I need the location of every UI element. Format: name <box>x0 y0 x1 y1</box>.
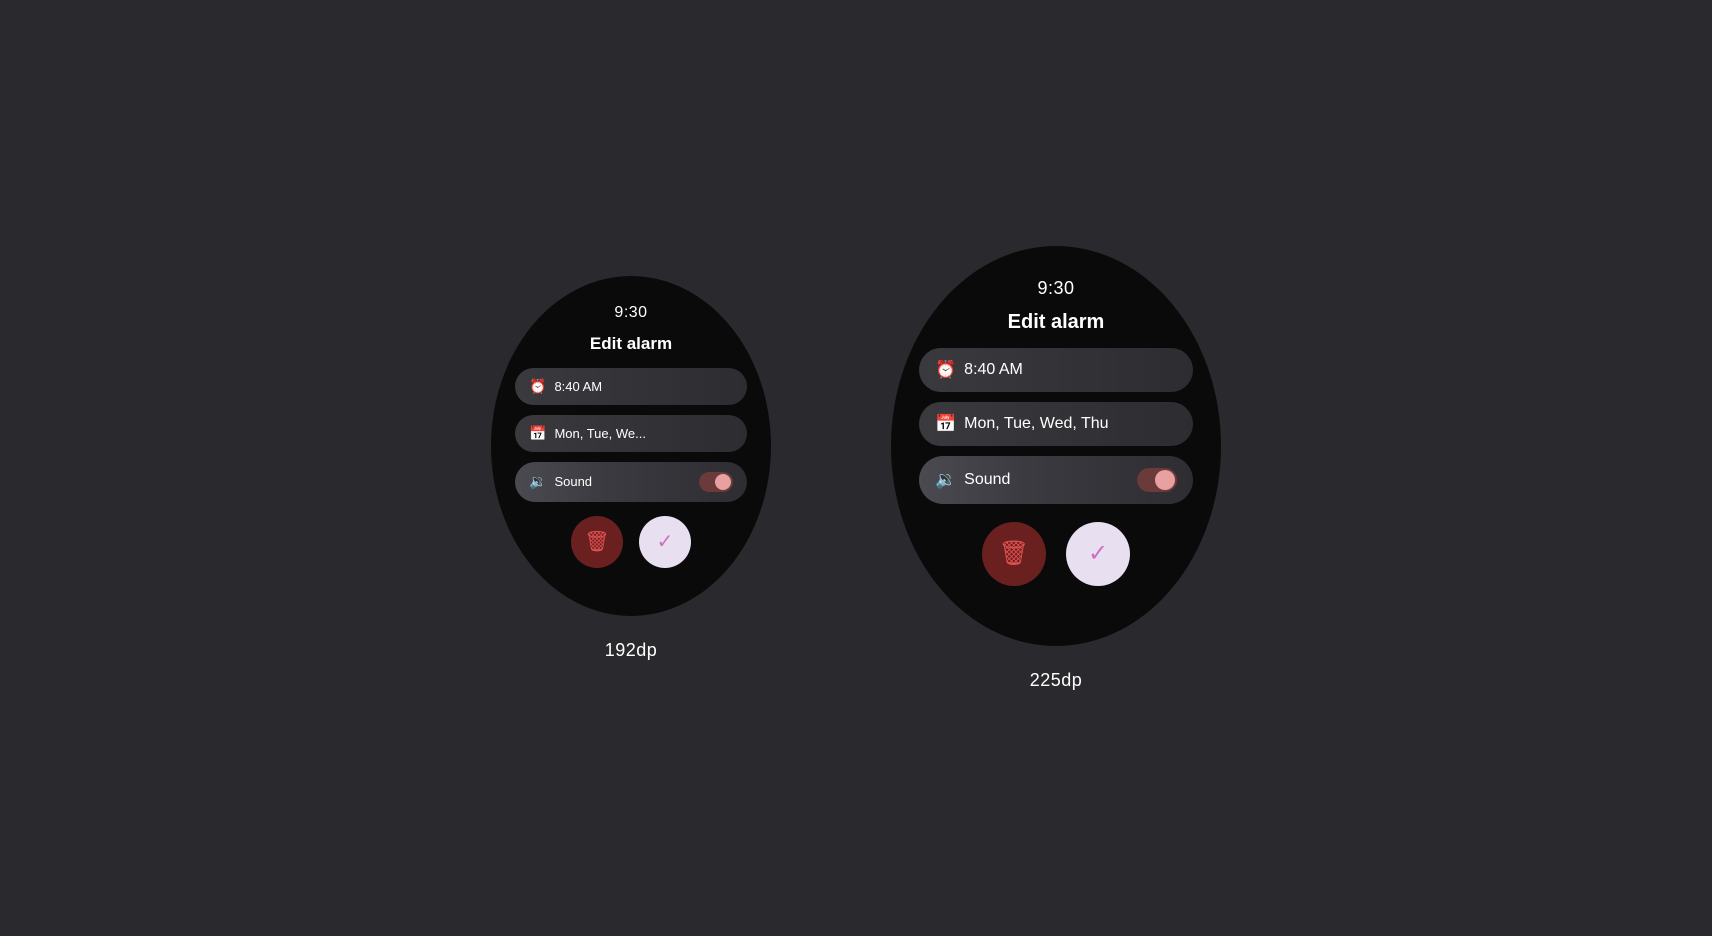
dp-label-large: 225dp <box>1030 670 1083 691</box>
watch-face-large: 9:30 Edit alarm ⏰ 8:40 AM 📅 Mon, Tue, We… <box>891 246 1221 646</box>
time-display-small: 9:30 <box>614 304 647 322</box>
calendar-icon-small: 📅 <box>529 425 546 442</box>
action-buttons-small: 🗑 ✓ <box>571 516 691 568</box>
schedule-item-large[interactable]: 📅 Mon, Tue, Wed, Thu <box>919 402 1193 446</box>
sound-toggle-small[interactable] <box>699 472 733 492</box>
schedule-text-small: Mon, Tue, We... <box>554 426 733 441</box>
delete-button-small[interactable]: 🗑 <box>571 516 623 568</box>
alarm-time-text-small: 8:40 AM <box>554 379 733 394</box>
alarm-time-item-small[interactable]: ⏰ 8:40 AM <box>515 368 747 405</box>
sound-item-large[interactable]: 🔉 Sound <box>919 456 1193 504</box>
sound-text-small: Sound <box>554 474 691 489</box>
alarm-time-text-large: 8:40 AM <box>964 361 1177 379</box>
confirm-button-large[interactable]: ✓ <box>1066 522 1130 586</box>
time-display-large: 9:30 <box>1037 278 1074 299</box>
watch-container-small: 9:30 Edit alarm ⏰ 8:40 AM 📅 Mon, Tue, We… <box>491 276 771 661</box>
sound-icon-small: 🔉 <box>529 473 546 490</box>
clock-icon-large: ⏰ <box>935 360 956 380</box>
delete-button-large[interactable]: 🗑 <box>982 522 1046 586</box>
sound-item-small[interactable]: 🔉 Sound <box>515 462 747 502</box>
watch-container-large: 9:30 Edit alarm ⏰ 8:40 AM 📅 Mon, Tue, We… <box>891 246 1221 691</box>
calendar-icon-large: 📅 <box>935 414 956 434</box>
toggle-thumb-small <box>715 474 731 490</box>
alarm-time-item-large[interactable]: ⏰ 8:40 AM <box>919 348 1193 392</box>
sound-icon-large: 🔉 <box>935 470 956 490</box>
edit-alarm-title-small: Edit alarm <box>590 334 672 354</box>
confirm-button-small[interactable]: ✓ <box>639 516 691 568</box>
dp-label-small: 192dp <box>605 640 658 661</box>
sound-text-large: Sound <box>964 471 1129 489</box>
watch-face-small: 9:30 Edit alarm ⏰ 8:40 AM 📅 Mon, Tue, We… <box>491 276 771 616</box>
schedule-item-small[interactable]: 📅 Mon, Tue, We... <box>515 415 747 452</box>
action-buttons-large: 🗑 ✓ <box>982 522 1130 586</box>
clock-icon-small: ⏰ <box>529 378 546 395</box>
edit-alarm-title-large: Edit alarm <box>1008 311 1105 334</box>
schedule-text-large: Mon, Tue, Wed, Thu <box>964 415 1177 433</box>
sound-toggle-large[interactable] <box>1137 468 1177 492</box>
toggle-thumb-large <box>1155 470 1175 490</box>
